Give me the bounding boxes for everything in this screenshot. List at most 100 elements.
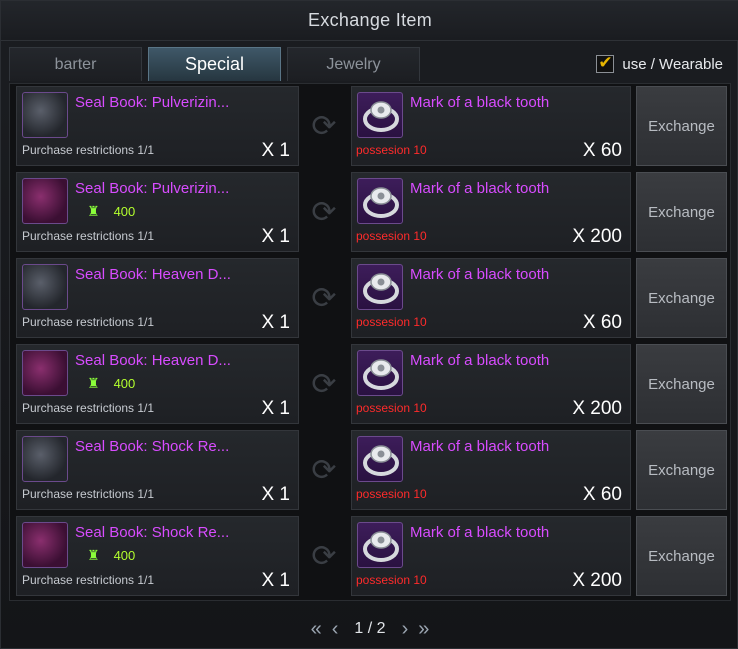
purchase-restriction: Purchase restrictions 1/1 <box>22 229 155 243</box>
price-group: ♜ 400 <box>87 203 135 220</box>
wearable-label: use / Wearable <box>622 55 723 73</box>
pagination: « ‹ 1 / 2 › » <box>1 615 738 643</box>
tab-bar: barter Special Jewelry <box>9 47 420 81</box>
reward-quantity: X 1 <box>261 398 290 419</box>
reward-item-name: Seal Book: Shock Re... <box>75 524 230 541</box>
first-page-icon[interactable]: « <box>311 618 322 641</box>
reward-item-name: Seal Book: Shock Re... <box>75 438 230 455</box>
reward-item-slot[interactable]: Seal Book: Shock Re... ♜ 400 Purchase re… <box>16 516 299 596</box>
possession-count: possesion 10 <box>356 573 427 587</box>
purchase-restriction: Purchase restrictions 1/1 <box>22 143 155 157</box>
reward-quantity: X 1 <box>261 570 290 591</box>
price-group: ♜ 400 <box>87 547 135 564</box>
required-item-name: Mark of a black tooth <box>410 352 550 369</box>
title-bar[interactable]: Exchange Item <box>1 1 738 41</box>
wearable-checkbox[interactable] <box>596 53 615 73</box>
reward-item-name: Seal Book: Heaven D... <box>75 266 231 283</box>
required-item-slot[interactable]: Mark of a black tooth possesion 10 X 200 <box>351 172 631 252</box>
exchange-row: Seal Book: Pulverizin... ♜ 400 Purchase … <box>14 170 728 252</box>
ring-icon <box>357 522 403 568</box>
exchange-button[interactable]: Exchange <box>636 430 727 510</box>
reward-item-slot[interactable]: Seal Book: Heaven D... ♜ 400 Purchase re… <box>16 344 299 424</box>
exchange-arrows-icon: ⟳ <box>311 367 337 401</box>
required-item-name: Mark of a black tooth <box>410 94 550 111</box>
reward-quantity: X 1 <box>261 226 290 247</box>
required-item-name: Mark of a black tooth <box>410 180 550 197</box>
price-value: 400 <box>113 376 136 391</box>
possession-count: possesion 10 <box>356 401 427 415</box>
currency-helmet-icon: ♜ <box>87 547 100 563</box>
ring-icon <box>357 264 403 310</box>
exchange-row: Seal Book: Pulverizin... Purchase restri… <box>14 84 728 166</box>
last-page-icon[interactable]: » <box>418 618 429 641</box>
exchange-item-window: Exchange Item barter Special Jewelry use… <box>0 0 738 649</box>
wearable-filter[interactable]: use / Wearable <box>596 53 723 73</box>
reward-quantity: X 1 <box>261 140 290 161</box>
exchange-list: Seal Book: Pulverizin... Purchase restri… <box>9 83 731 601</box>
required-item-name: Mark of a black tooth <box>410 266 550 283</box>
currency-helmet-icon: ♜ <box>87 203 100 219</box>
possession-count: possesion 10 <box>356 315 427 329</box>
possession-count: possesion 10 <box>356 143 427 157</box>
required-item-slot[interactable]: Mark of a black tooth possesion 10 X 60 <box>351 430 631 510</box>
seal-book-icon <box>22 436 68 482</box>
exchange-row: Seal Book: Heaven D... ♜ 400 Purchase re… <box>14 342 728 424</box>
price-value: 400 <box>113 204 136 219</box>
seal-book-icon <box>22 92 68 138</box>
ring-icon <box>357 436 403 482</box>
exchange-row: Seal Book: Shock Re... ♜ 400 Purchase re… <box>14 514 728 596</box>
exchange-button[interactable]: Exchange <box>636 344 727 424</box>
exchange-arrows-icon: ⟳ <box>311 109 337 143</box>
window-title: Exchange Item <box>308 10 432 30</box>
exchange-arrows-icon: ⟳ <box>311 281 337 315</box>
required-item-slot[interactable]: Mark of a black tooth possesion 10 X 200 <box>351 516 631 596</box>
price-group: ♜ 400 <box>87 375 135 392</box>
required-quantity: X 60 <box>582 484 622 505</box>
reward-item-slot[interactable]: Seal Book: Shock Re... Purchase restrict… <box>16 430 299 510</box>
next-page-icon[interactable]: › <box>402 618 409 641</box>
required-item-slot[interactable]: Mark of a black tooth possesion 10 X 60 <box>351 86 631 166</box>
purchase-restriction: Purchase restrictions 1/1 <box>22 573 155 587</box>
possession-count: possesion 10 <box>356 229 427 243</box>
exchange-arrows-icon: ⟳ <box>311 539 337 573</box>
reward-item-name: Seal Book: Pulverizin... <box>75 180 230 197</box>
ring-icon <box>357 178 403 224</box>
required-quantity: X 60 <box>582 140 622 161</box>
exchange-button[interactable]: Exchange <box>636 516 727 596</box>
ring-icon <box>357 92 403 138</box>
seal-book-icon <box>22 522 68 568</box>
price-value: 400 <box>113 548 136 563</box>
required-item-name: Mark of a black tooth <box>410 438 550 455</box>
required-item-name: Mark of a black tooth <box>410 524 550 541</box>
possession-count: possesion 10 <box>356 487 427 501</box>
purchase-restriction: Purchase restrictions 1/1 <box>22 315 155 329</box>
reward-item-name: Seal Book: Heaven D... <box>75 352 231 369</box>
purchase-restriction: Purchase restrictions 1/1 <box>22 401 155 415</box>
tab-jewelry[interactable]: Jewelry <box>287 47 420 81</box>
exchange-button[interactable]: Exchange <box>636 86 727 166</box>
reward-item-name: Seal Book: Pulverizin... <box>75 94 230 111</box>
exchange-button[interactable]: Exchange <box>636 258 727 338</box>
ring-icon <box>357 350 403 396</box>
prev-page-icon[interactable]: ‹ <box>332 618 339 641</box>
reward-item-slot[interactable]: Seal Book: Pulverizin... Purchase restri… <box>16 86 299 166</box>
exchange-button[interactable]: Exchange <box>636 172 727 252</box>
page-indicator: 1 / 2 <box>354 620 386 637</box>
required-item-slot[interactable]: Mark of a black tooth possesion 10 X 60 <box>351 258 631 338</box>
seal-book-icon <box>22 350 68 396</box>
exchange-row: Seal Book: Shock Re... Purchase restrict… <box>14 428 728 510</box>
required-quantity: X 60 <box>582 312 622 333</box>
reward-quantity: X 1 <box>261 312 290 333</box>
exchange-arrows-icon: ⟳ <box>311 453 337 487</box>
seal-book-icon <box>22 178 68 224</box>
exchange-row: Seal Book: Heaven D... Purchase restrict… <box>14 256 728 338</box>
currency-helmet-icon: ♜ <box>87 375 100 391</box>
required-quantity: X 200 <box>572 226 622 247</box>
tab-barter[interactable]: barter <box>9 47 142 81</box>
reward-item-slot[interactable]: Seal Book: Heaven D... Purchase restrict… <box>16 258 299 338</box>
exchange-arrows-icon: ⟳ <box>311 195 337 229</box>
required-item-slot[interactable]: Mark of a black tooth possesion 10 X 200 <box>351 344 631 424</box>
reward-item-slot[interactable]: Seal Book: Pulverizin... ♜ 400 Purchase … <box>16 172 299 252</box>
seal-book-icon <box>22 264 68 310</box>
tab-special[interactable]: Special <box>148 47 281 81</box>
